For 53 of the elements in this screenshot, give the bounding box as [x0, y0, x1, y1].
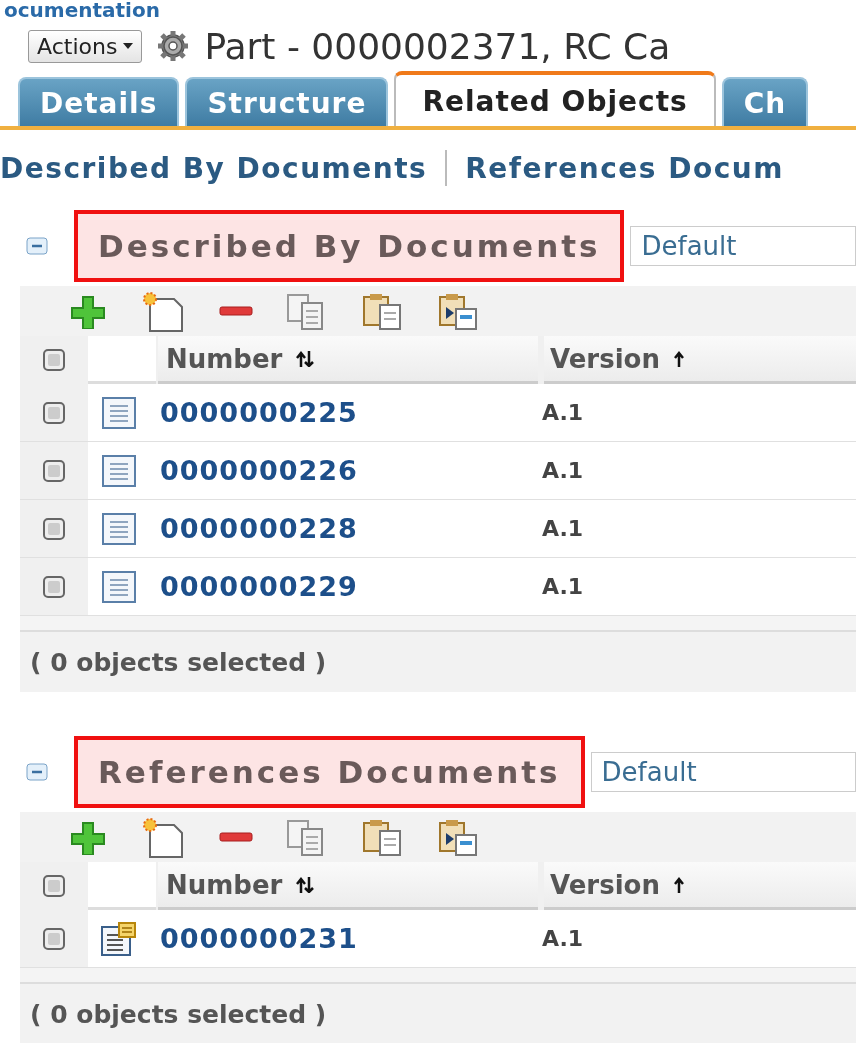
column-header[interactable]: Number — [158, 862, 538, 910]
table-title: References Documents — [74, 736, 585, 808]
add-icon[interactable] — [68, 819, 108, 855]
section-link[interactable]: Described By Documents — [0, 151, 428, 185]
column-header — [88, 862, 156, 910]
caret-icon[interactable] — [123, 43, 134, 49]
document-number-link[interactable]: 0000000228 — [160, 513, 358, 544]
tab[interactable]: Structure — [185, 77, 389, 126]
sort-arrow-icon[interactable] — [673, 876, 684, 893]
column-header[interactable]: Version — [544, 862, 856, 910]
tab[interactable]: Ch — [721, 77, 809, 126]
sort-icon[interactable] — [296, 350, 315, 367]
column-header[interactable]: Number — [158, 336, 538, 384]
section-link[interactable]: References Docum — [465, 151, 784, 185]
version-cell-text: A.1 — [541, 400, 585, 425]
version-cell-text: A.1 — [541, 458, 585, 483]
document-number-link[interactable]: 0000000231 — [160, 923, 358, 954]
column-header[interactable]: Version — [544, 336, 856, 384]
collapse-icon[interactable] — [26, 237, 48, 255]
sort-arrow-icon[interactable] — [673, 350, 684, 367]
row-checkbox[interactable] — [42, 926, 66, 951]
row-checkbox[interactable] — [42, 400, 66, 425]
row-checkbox[interactable] — [42, 516, 66, 541]
page-title: Part - 0000002371, RC Ca — [204, 25, 671, 67]
page-heading: ocumentation — [3, 0, 161, 20]
tab[interactable]: Details — [18, 77, 180, 126]
document-number-link[interactable]: 0000000226 — [160, 455, 358, 486]
gear-icon[interactable] — [156, 29, 191, 63]
document-icon[interactable] — [99, 452, 139, 489]
select-all-checkbox[interactable] — [42, 874, 66, 898]
add-icon[interactable] — [68, 293, 108, 329]
select-all-checkbox[interactable] — [42, 348, 66, 372]
view-dropdown[interactable]: Default — [630, 226, 856, 266]
view-dropdown[interactable]: Default — [590, 752, 856, 792]
row-checkbox[interactable] — [42, 574, 66, 599]
document-note-icon[interactable] — [99, 920, 139, 957]
tab[interactable]: Related Objects — [394, 71, 716, 126]
row-checkbox[interactable] — [42, 458, 66, 483]
collapse-icon[interactable] — [26, 763, 48, 781]
selection-count: ( 0 objects selected ) — [30, 647, 327, 677]
document-icon[interactable] — [99, 510, 139, 547]
sort-icon[interactable] — [296, 876, 315, 893]
document-icon[interactable] — [99, 394, 139, 431]
actions-button[interactable]: Actions — [28, 29, 143, 63]
version-cell-text: A.1 — [541, 516, 585, 541]
column-header — [88, 336, 156, 384]
selection-count: ( 0 objects selected ) — [30, 999, 327, 1029]
document-icon[interactable] — [99, 568, 139, 605]
document-number-link[interactable]: 0000000225 — [160, 397, 358, 428]
version-cell-text: A.1 — [541, 574, 585, 599]
document-number-link[interactable]: 0000000229 — [160, 571, 358, 602]
version-cell-text: A.1 — [541, 926, 585, 951]
table-title: Described By Documents — [74, 210, 625, 282]
